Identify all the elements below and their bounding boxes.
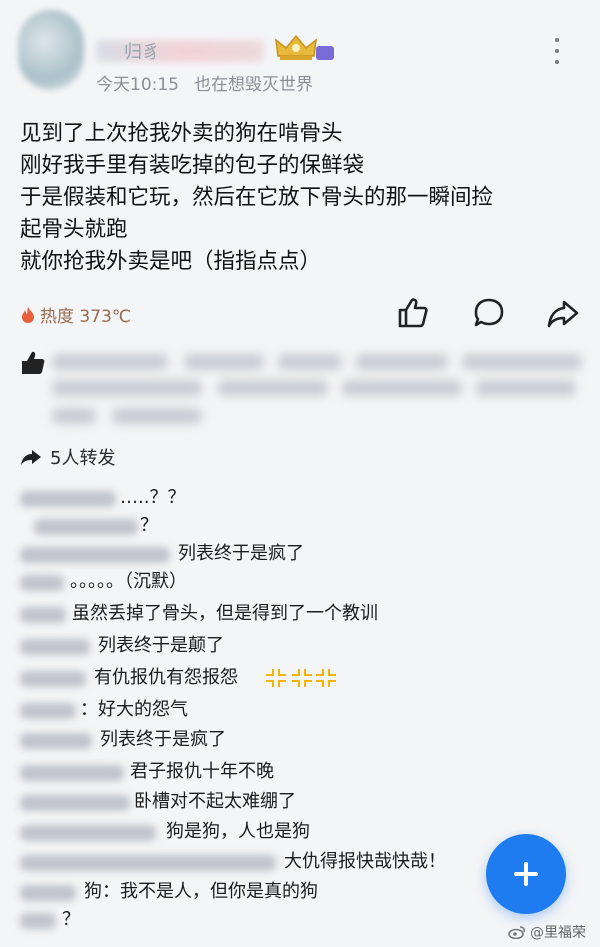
comment-item[interactable]: ？	[20, 906, 580, 934]
post-subtitle: 也在想毁灭世界	[194, 75, 313, 95]
comment-item[interactable]: 列表终于是颠了	[20, 632, 580, 660]
heat-indicator: 热度 373℃	[20, 302, 131, 327]
repost-label: 5人转发	[50, 448, 116, 469]
comment-text: 狗：我不是人，但你是真的狗	[84, 881, 318, 902]
weibo-logo-icon	[508, 926, 525, 939]
anger-emoji-icon	[266, 669, 336, 687]
comment-item[interactable]: 。。。。。（沉默）	[20, 568, 580, 596]
comment-item[interactable]: ：好大的怨气	[20, 696, 580, 724]
comment-text: ？	[140, 515, 158, 536]
comment-text: 。。。。。（沉默）	[70, 571, 187, 592]
thumbs-up-icon	[22, 351, 45, 374]
comment-text: 有仇报仇有怨报怨	[94, 667, 238, 688]
comment-text: 狗是狗，人也是狗	[166, 821, 310, 842]
comment-text: 大仇得报快哉快哉！	[284, 851, 446, 872]
comment-item[interactable]: 列表终于是疯了	[20, 726, 580, 754]
crown-badge-icon	[275, 34, 317, 60]
heat-label: 热度 373℃	[40, 307, 131, 327]
post-line: 于是假装和它玩，然后在它放下骨头的那一瞬间捡	[20, 185, 494, 210]
post-body: 见到了上次抢我外卖的狗在啃骨头 刚好我手里有装吃掉的包子的保鲜袋 于是假装和它玩…	[20, 118, 588, 278]
comment-item[interactable]: …..？？	[20, 484, 580, 512]
comment-text: 列表终于是颠了	[98, 635, 224, 656]
comment-item[interactable]: ？	[20, 512, 580, 540]
username[interactable]: 归豸	[124, 38, 160, 64]
comment-text: ：好大的怨气	[80, 699, 188, 720]
level-tag	[316, 46, 334, 60]
comment-bubble-icon[interactable]	[472, 296, 506, 330]
post-line: 起骨头就跑	[20, 217, 128, 242]
post-line: 就你抢我外卖是吧（指指点点）	[20, 249, 322, 274]
comment-text: 卧槽对不起太难绷了	[134, 791, 296, 812]
comment-text: 列表终于是疯了	[178, 543, 304, 564]
comment-item[interactable]: 狗是狗，人也是狗	[20, 818, 580, 846]
comment-item[interactable]: 卧槽对不起太难绷了	[20, 788, 580, 816]
comment-text: 虽然丢掉了骨头，但是得到了一个教训	[72, 603, 378, 624]
blurred-liker-names	[52, 352, 592, 432]
username-blur	[96, 40, 264, 62]
post-line: 见到了上次抢我外卖的狗在啃骨头	[20, 121, 343, 146]
post-header: 归豸 今天10:15 也在想毁灭世界	[0, 0, 600, 110]
comment-text: ？	[62, 909, 80, 930]
watermark-text: @里福荣	[530, 925, 586, 941]
avatar[interactable]	[18, 10, 84, 90]
flame-icon	[22, 306, 34, 323]
post-time: 今天10:15	[96, 75, 179, 95]
comment-text: …..？？	[120, 487, 186, 508]
more-dots-icon[interactable]	[544, 38, 570, 64]
repost-count[interactable]: 5人转发	[20, 444, 115, 470]
comment-text: 君子报仇十年不晚	[130, 761, 274, 782]
comment-item[interactable]: 有仇报仇有怨报怨	[20, 664, 580, 692]
comment-text: 列表终于是疯了	[100, 729, 226, 750]
comment-item[interactable]: 君子报仇十年不晚	[20, 758, 580, 786]
post-stats: 热度 373℃	[20, 294, 590, 334]
post-line: 刚好我手里有装吃掉的包子的保鲜袋	[20, 153, 365, 178]
share-arrow-icon[interactable]	[546, 296, 580, 330]
thumbs-up-icon[interactable]	[396, 296, 430, 330]
comment-item[interactable]: 虽然丢掉了骨头，但是得到了一个教训	[20, 600, 580, 628]
watermark: @里福荣	[508, 922, 586, 942]
comment-item[interactable]: 列表终于是疯了	[20, 540, 580, 568]
repost-arrow-icon	[21, 450, 41, 465]
compose-button[interactable]	[486, 834, 566, 914]
